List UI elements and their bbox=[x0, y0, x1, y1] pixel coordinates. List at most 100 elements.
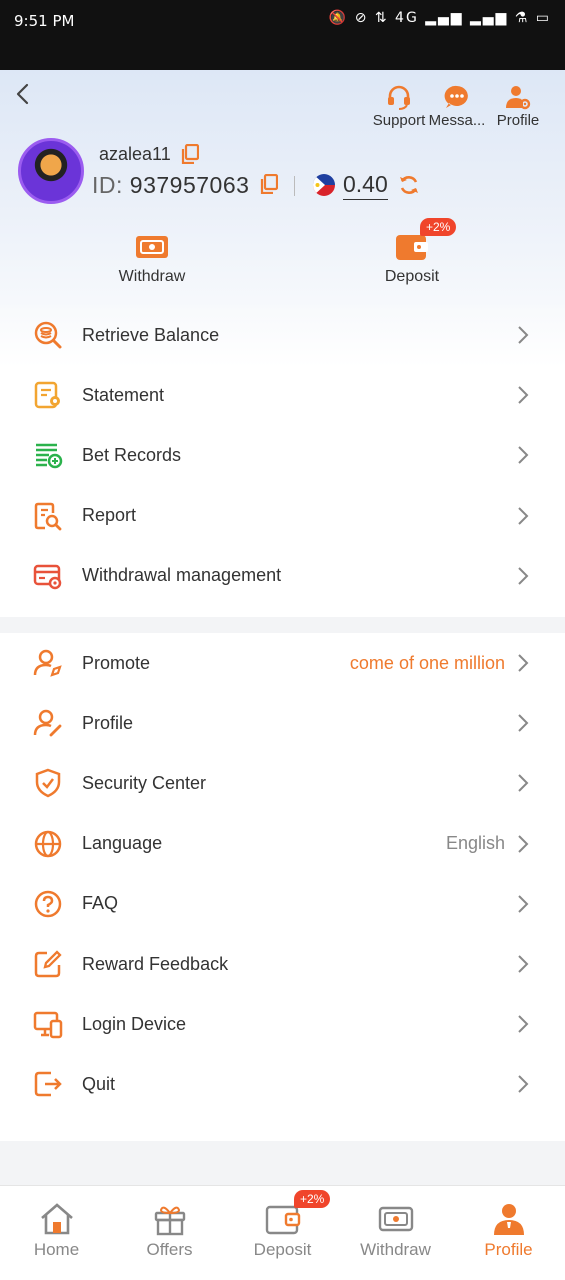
menu-label: Reward Feedback bbox=[82, 953, 229, 974]
retrieve-balance-icon bbox=[34, 321, 62, 349]
bottom-tab-bar: Home Offers Deposit +2% Withdraw Profile bbox=[0, 1185, 565, 1280]
status-bar: 9:51 PM 🔕 ⊘ ⇅ 4G ▂▄▆ ▂▄▆ ⚗ ▭ bbox=[0, 0, 565, 70]
profile-settings-label: Profile bbox=[496, 112, 540, 129]
chevron-right-icon bbox=[518, 955, 529, 973]
support-button[interactable]: Support bbox=[370, 84, 428, 129]
menu-item-faq[interactable]: FAQ bbox=[0, 874, 565, 934]
home-icon bbox=[40, 1203, 73, 1235]
chevron-right-icon bbox=[518, 1015, 529, 1033]
username: azalea11 bbox=[99, 144, 171, 164]
edit-feedback-icon bbox=[34, 950, 62, 978]
menu-item-login-device[interactable]: Login Device bbox=[0, 994, 565, 1054]
tab-profile[interactable]: Profile bbox=[452, 1202, 565, 1260]
user-id-value: 937957063 bbox=[129, 172, 250, 198]
menu-item-profile[interactable]: Profile bbox=[0, 693, 565, 753]
menu-label: Retrieve Balance bbox=[82, 324, 220, 345]
chevron-right-icon bbox=[518, 895, 529, 913]
message-icon bbox=[444, 85, 468, 108]
divider bbox=[294, 176, 295, 196]
menu-label: Security Center bbox=[82, 772, 207, 793]
menu-item-quit[interactable]: Quit bbox=[0, 1054, 565, 1114]
tab-label: Profile bbox=[484, 1240, 533, 1259]
menu-item-withdrawal-management[interactable]: Withdrawal management bbox=[0, 546, 565, 606]
menu-item-security-center[interactable]: Security Center bbox=[0, 753, 565, 813]
globe-icon bbox=[34, 830, 62, 857]
menu-item-language[interactable]: Language English bbox=[0, 814, 565, 874]
withdraw-cash-icon bbox=[136, 236, 168, 258]
profile-header: Support Messa... Profile azalea11 ID: 93… bbox=[0, 70, 565, 310]
tab-withdraw[interactable]: Withdraw bbox=[339, 1202, 452, 1260]
tab-offers[interactable]: Offers bbox=[113, 1202, 226, 1260]
tab-label: Deposit bbox=[253, 1240, 312, 1259]
menu-label: Login Device bbox=[82, 1013, 187, 1034]
menu-label: Language bbox=[82, 833, 163, 854]
withdrawal-management-icon bbox=[33, 564, 62, 590]
menu-item-reward-feedback[interactable]: Reward Feedback bbox=[0, 934, 565, 994]
withdraw-quick-button[interactable]: Withdraw bbox=[102, 232, 202, 286]
menu-item-statement[interactable]: Statement bbox=[0, 365, 565, 425]
promote-icon bbox=[33, 649, 62, 677]
menu-item-retrieve-balance[interactable]: Retrieve Balance bbox=[0, 305, 565, 365]
chevron-right-icon bbox=[518, 446, 529, 465]
philippines-flag-icon bbox=[313, 174, 335, 196]
menu-label: Promote bbox=[82, 652, 151, 673]
menu-item-report[interactable]: Report bbox=[0, 486, 565, 546]
bet-records-icon bbox=[36, 444, 63, 469]
menu-label: Bet Records bbox=[82, 444, 182, 465]
refresh-icon[interactable] bbox=[398, 174, 420, 196]
chevron-right-icon bbox=[518, 774, 529, 793]
menu-label: Statement bbox=[82, 384, 165, 405]
language-value: English bbox=[445, 833, 505, 854]
balance-value: 0.40 bbox=[343, 171, 388, 200]
menu-label: Report bbox=[82, 505, 137, 526]
copy-username-icon[interactable] bbox=[181, 144, 199, 164]
chevron-right-icon bbox=[518, 326, 529, 344]
chevron-right-icon bbox=[518, 1075, 529, 1094]
status-time: 9:51 PM bbox=[14, 12, 75, 30]
tab-label: Offers bbox=[146, 1240, 193, 1259]
menu-item-bet-records[interactable]: Bet Records bbox=[0, 425, 565, 485]
cash-icon bbox=[378, 1206, 413, 1232]
chevron-right-icon bbox=[518, 654, 529, 672]
chevron-right-icon bbox=[518, 834, 529, 853]
chevron-right-icon bbox=[518, 567, 529, 585]
device-icon bbox=[33, 1011, 63, 1039]
menu-label: Quit bbox=[82, 1073, 116, 1094]
messages-label: Messa... bbox=[428, 112, 486, 129]
tab-label: Withdraw bbox=[360, 1240, 431, 1259]
deposit-wallet-icon bbox=[396, 235, 428, 260]
profile-icon bbox=[33, 710, 62, 737]
messages-button[interactable]: Messa... bbox=[428, 84, 486, 129]
copy-id-icon[interactable] bbox=[260, 174, 278, 194]
tab-deposit-badge: +2% bbox=[294, 1190, 331, 1208]
settings-menu: Promote come of one million Profile Secu… bbox=[0, 633, 565, 1141]
withdraw-quick-label: Withdraw bbox=[118, 268, 186, 285]
deposit-bonus-badge: +2% bbox=[420, 218, 457, 236]
user-icon bbox=[493, 1204, 524, 1235]
logout-icon bbox=[34, 1072, 62, 1097]
menu-label: Profile bbox=[82, 712, 134, 733]
menu-label: FAQ bbox=[82, 893, 119, 914]
status-icons: 🔕 ⊘ ⇅ 4G ▂▄▆ ▂▄▆ ⚗ ▭ bbox=[328, 10, 551, 26]
security-shield-icon bbox=[35, 769, 61, 798]
back-arrow-icon[interactable] bbox=[12, 82, 36, 106]
tab-deposit[interactable]: Deposit +2% bbox=[226, 1190, 339, 1260]
deposit-quick-button[interactable]: Deposit +2% bbox=[362, 218, 462, 286]
chevron-right-icon bbox=[518, 714, 529, 732]
profile-settings-button[interactable]: Profile bbox=[490, 84, 546, 129]
chevron-right-icon bbox=[518, 506, 529, 525]
avatar[interactable] bbox=[18, 138, 84, 204]
report-icon bbox=[34, 502, 62, 531]
chevron-right-icon bbox=[518, 386, 529, 404]
menu-item-promote[interactable]: Promote come of one million bbox=[0, 633, 565, 693]
question-icon bbox=[34, 890, 62, 918]
user-id-label: ID: bbox=[92, 172, 123, 198]
user-settings-icon bbox=[506, 86, 531, 110]
menu-label: Withdrawal management bbox=[82, 565, 282, 586]
user-id: ID: 937957063 bbox=[92, 172, 249, 199]
tab-home[interactable]: Home bbox=[0, 1202, 113, 1260]
gift-icon bbox=[154, 1206, 185, 1236]
promote-marquee-text: come of one million bbox=[349, 652, 505, 673]
tab-label: Home bbox=[33, 1240, 80, 1259]
account-menu: Retrieve Balance Statement Bet Records R… bbox=[0, 305, 565, 617]
